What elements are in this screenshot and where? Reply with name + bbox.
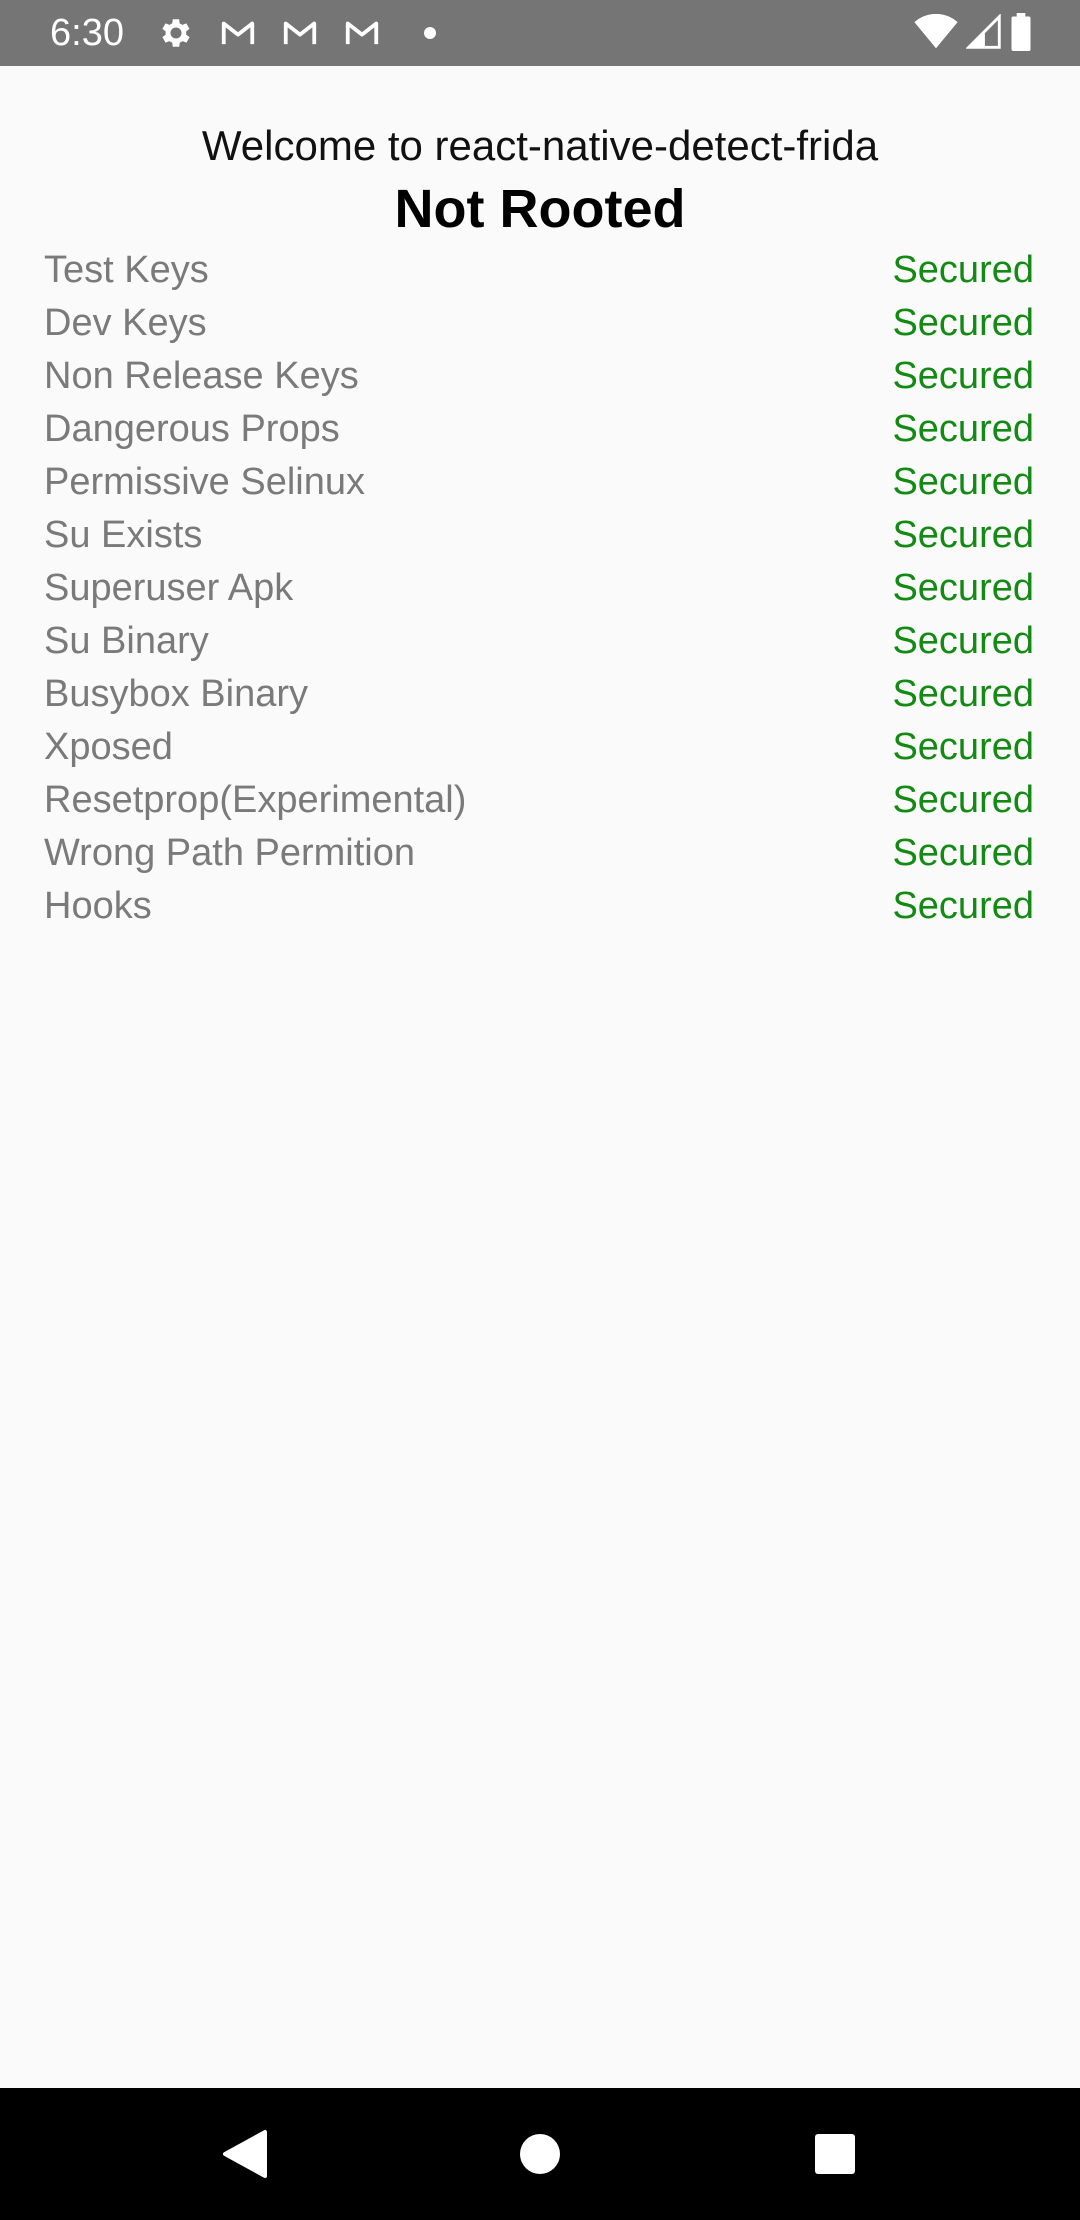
- cell-signal-icon: [966, 14, 1001, 49]
- check-label: Xposed: [44, 726, 173, 768]
- check-row-non-release-keys: Non Release Keys Secured: [44, 350, 1034, 403]
- check-row-wrong-path-permition: Wrong Path Permition Secured: [44, 827, 1034, 880]
- check-row-dangerous-props: Dangerous Props Secured: [44, 403, 1034, 456]
- check-label: Superuser Apk: [44, 567, 294, 609]
- recents-icon: [815, 2134, 855, 2174]
- main-content: Welcome to react-native-detect-frida Not…: [0, 66, 1080, 2088]
- back-icon: [223, 2130, 267, 2178]
- check-row-busybox-binary: Busybox Binary Secured: [44, 668, 1034, 721]
- home-icon: [520, 2134, 560, 2174]
- check-label: Non Release Keys: [44, 355, 359, 397]
- status-time: 6:30: [50, 12, 124, 54]
- check-status: Secured: [892, 779, 1034, 821]
- check-row-xposed: Xposed Secured: [44, 721, 1034, 774]
- check-label: Dangerous Props: [44, 408, 340, 450]
- gmail-icon: [283, 21, 317, 45]
- check-status: Secured: [892, 355, 1034, 397]
- check-row-resetprop: Resetprop(Experimental) Secured: [44, 774, 1034, 827]
- status-icons-right: [914, 12, 1032, 52]
- root-checks-list: Test Keys Secured Dev Keys Secured Non R…: [44, 244, 1034, 933]
- check-label: Su Binary: [44, 620, 209, 662]
- check-row-su-binary: Su Binary Secured: [44, 615, 1034, 668]
- check-label: Dev Keys: [44, 302, 207, 344]
- check-status: Secured: [892, 249, 1034, 291]
- check-status: Secured: [892, 673, 1034, 715]
- check-label: Resetprop(Experimental): [44, 779, 467, 821]
- check-status: Secured: [892, 514, 1034, 556]
- check-label: Hooks: [44, 885, 152, 927]
- notification-dot-icon: [424, 27, 436, 39]
- check-label: Wrong Path Permition: [44, 832, 416, 874]
- check-row-superuser-apk: Superuser Apk Secured: [44, 562, 1034, 615]
- status-bar: 6:30: [0, 0, 1080, 66]
- check-status: Secured: [892, 726, 1034, 768]
- recents-button[interactable]: [805, 2124, 865, 2184]
- check-status: Secured: [892, 832, 1034, 874]
- check-label: Busybox Binary: [44, 673, 309, 715]
- check-status: Secured: [892, 408, 1034, 450]
- check-status: Secured: [892, 461, 1034, 503]
- back-button[interactable]: [214, 2124, 274, 2184]
- check-status: Secured: [892, 302, 1034, 344]
- status-icons-left: [156, 14, 436, 52]
- check-row-dev-keys: Dev Keys Secured: [44, 297, 1034, 350]
- check-status: Secured: [892, 567, 1034, 609]
- navigation-bar: [0, 2088, 1080, 2220]
- check-row-permissive-selinux: Permissive Selinux Secured: [44, 456, 1034, 509]
- root-status-title: Not Rooted: [394, 179, 686, 239]
- check-label: Permissive Selinux: [44, 461, 365, 503]
- check-row-test-keys: Test Keys Secured: [44, 244, 1034, 297]
- check-row-hooks: Hooks Secured: [44, 880, 1034, 933]
- app-screen: 6:30 Welcome to react-native-detect-frid…: [0, 0, 1080, 2220]
- check-status: Secured: [892, 620, 1034, 662]
- gmail-icon: [345, 21, 379, 45]
- gmail-icon: [221, 21, 255, 45]
- check-label: Su Exists: [44, 514, 203, 556]
- gear-icon: [162, 19, 190, 47]
- home-button[interactable]: [510, 2124, 570, 2184]
- wifi-icon: [914, 14, 958, 49]
- check-label: Test Keys: [44, 249, 209, 291]
- battery-icon: [1011, 13, 1031, 51]
- check-row-su-exists: Su Exists Secured: [44, 509, 1034, 562]
- welcome-text: Welcome to react-native-detect-frida: [201, 122, 879, 169]
- check-status: Secured: [892, 885, 1034, 927]
